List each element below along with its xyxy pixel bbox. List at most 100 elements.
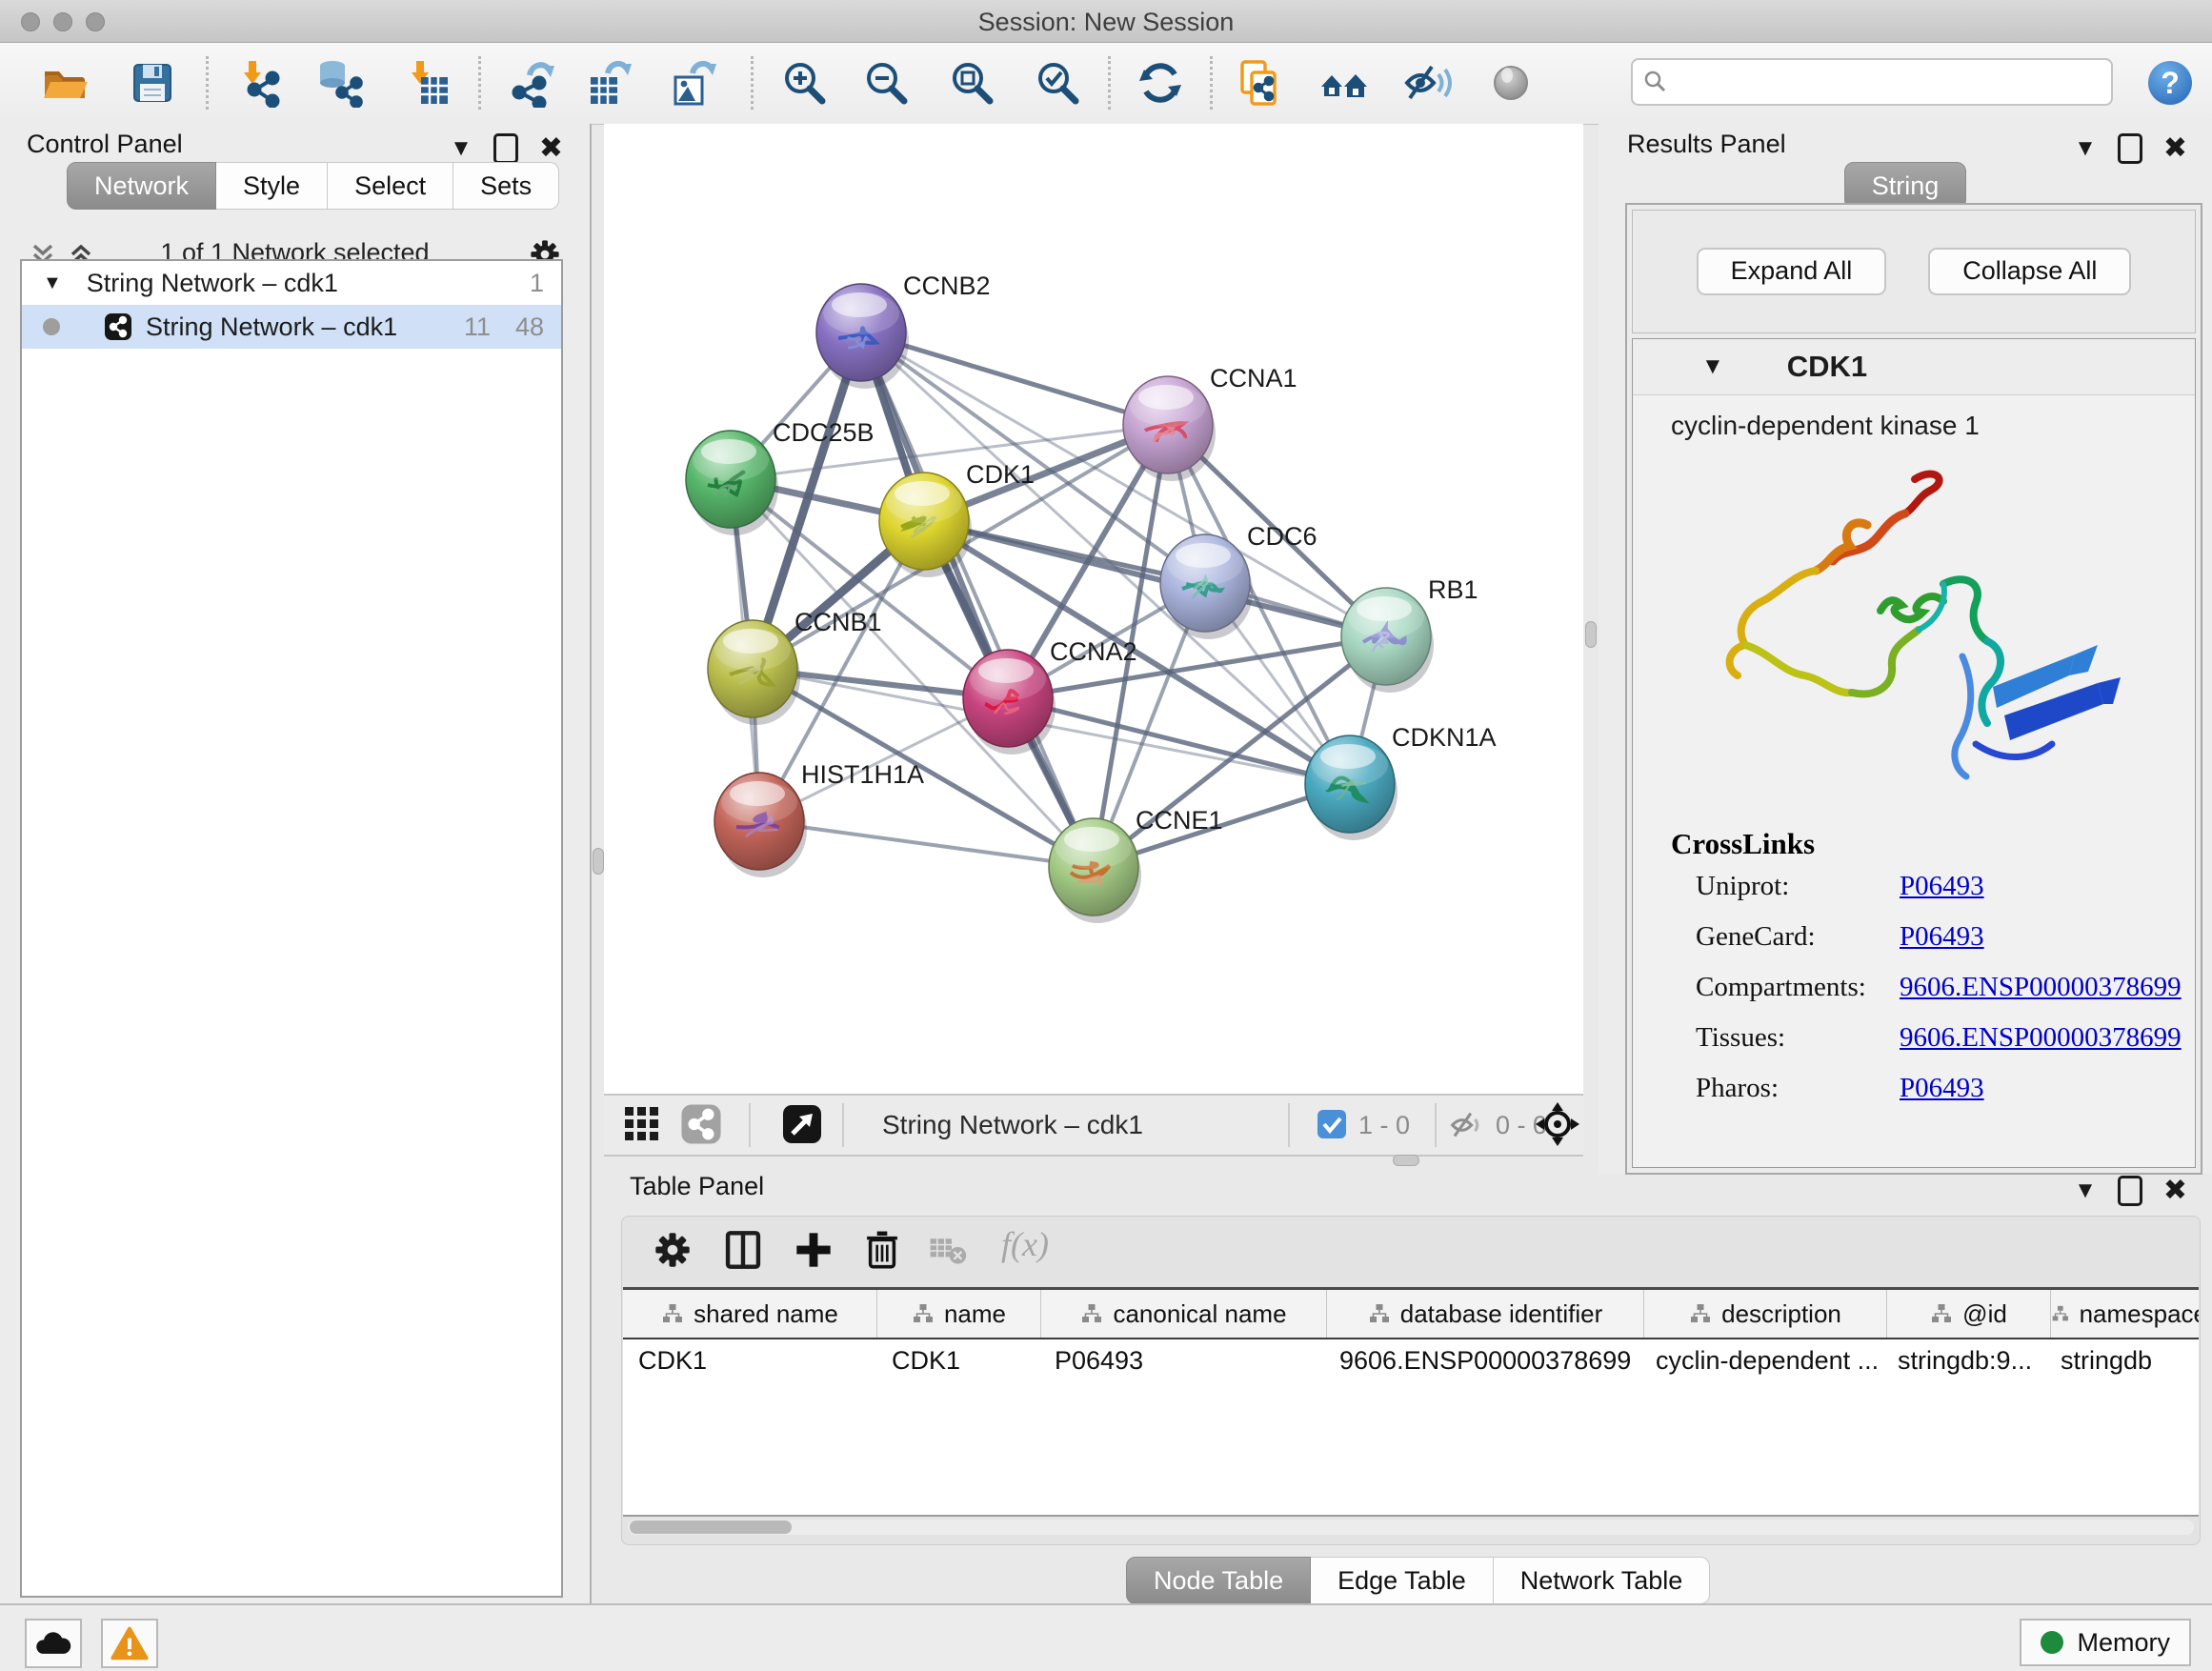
protein-expander-icon[interactable]: ▼ [1701, 353, 1724, 380]
view-share-icon[interactable] [680, 1103, 722, 1145]
column-header-@id[interactable]: @id [1887, 1290, 2051, 1338]
delete-column-icon[interactable] [860, 1228, 904, 1272]
toolbar-separator [206, 56, 209, 110]
column-header-canonical-name[interactable]: canonical name [1041, 1290, 1327, 1338]
control-panel-float-icon[interactable] [493, 133, 518, 164]
graphics-details-icon[interactable] [1486, 58, 1536, 108]
column-header-database-identifier[interactable]: database identifier [1327, 1290, 1644, 1338]
zoom-selected-icon[interactable] [1033, 58, 1082, 108]
table-cell[interactable]: stringdb [2045, 1339, 2199, 1381]
network-node-CCNB2[interactable] [816, 284, 909, 389]
network-collection-row[interactable]: ▼ String Network – cdk1 1 [22, 261, 561, 305]
network-node-CCNB1[interactable] [708, 620, 800, 725]
network-node-CCNA2[interactable] [963, 650, 1056, 755]
warning-button[interactable] [101, 1619, 158, 1668]
zoom-in-icon[interactable] [779, 58, 829, 108]
network-edge-HIST1H1A-CCNE1[interactable] [759, 821, 1094, 867]
selected-checkbox-icon[interactable] [1317, 1109, 1347, 1139]
export-table-icon[interactable] [585, 58, 634, 108]
right-splitter-handle[interactable] [1585, 621, 1597, 648]
column-header-namespace[interactable]: namespace [2051, 1290, 2199, 1338]
column-header-shared-name[interactable]: shared name [623, 1290, 877, 1338]
save-session-icon[interactable] [128, 58, 177, 108]
main-toolbar: ? [0, 43, 2212, 125]
results-panel-menu-icon[interactable]: ▼ [2074, 135, 2097, 162]
tab-edge-table[interactable]: Edge Table [1311, 1557, 1494, 1604]
control-panel-menu-icon[interactable]: ▼ [450, 135, 473, 162]
tab-network[interactable]: Network [67, 162, 216, 210]
table-cell[interactable]: cyclin-dependent ... [1640, 1339, 1882, 1381]
memory-button[interactable]: Memory [2020, 1619, 2191, 1666]
left-splitter-handle[interactable] [593, 848, 604, 875]
results-panel-float-icon[interactable] [2118, 133, 2142, 164]
network-node-label: CDKN1A [1392, 723, 1497, 752]
reposition-crosshair-icon[interactable] [1536, 1102, 1579, 1146]
network-node-label: RB1 [1428, 575, 1478, 604]
open-session-icon[interactable] [40, 58, 90, 108]
network-node-CDC25B[interactable] [686, 431, 778, 535]
network-row[interactable]: String Network – cdk1 11 48 [22, 305, 561, 349]
table-cell[interactable]: P06493 [1039, 1339, 1324, 1381]
zoom-fit-icon[interactable] [947, 58, 996, 108]
import-table-icon[interactable] [402, 58, 452, 108]
network-canvas[interactable]: CCNB2CCNA1CDC25BCDK1CDC6RB1CCNB1CCNA2CDK… [604, 124, 1583, 1094]
table-gear-icon[interactable] [651, 1228, 694, 1272]
clone-network-icon[interactable] [1235, 58, 1284, 108]
network-node-CCNA1[interactable] [1123, 376, 1216, 481]
search-input[interactable] [1631, 58, 2113, 106]
cloud-button[interactable] [25, 1619, 82, 1668]
view-grid-icon[interactable] [621, 1103, 663, 1145]
function-builder-icon[interactable]: f(x) [1001, 1224, 1049, 1264]
crosslink-link[interactable]: P06493 [1900, 912, 1984, 962]
table-cell[interactable]: stringdb:9... [1882, 1339, 2045, 1381]
crosslink-link[interactable]: 9606.ENSP00000378699 [1900, 962, 2182, 1013]
table-horizontal-scrollbar[interactable] [628, 1520, 2194, 1535]
birdseye-view-icon[interactable] [781, 1103, 823, 1145]
collapse-all-button[interactable]: Collapse All [1928, 248, 2131, 295]
table-row[interactable]: CDK1CDK1P064939606.ENSP00000378699cyclin… [623, 1339, 2199, 1381]
toolbar-separator [1108, 56, 1111, 110]
table-panel-menu-icon[interactable]: ▼ [2074, 1178, 2097, 1204]
add-column-icon[interactable] [792, 1228, 835, 1272]
export-image-icon[interactable] [670, 58, 719, 108]
refresh-icon[interactable] [1136, 58, 1185, 108]
import-network-from-database-icon[interactable] [315, 58, 365, 108]
collection-expander-icon[interactable]: ▼ [43, 272, 62, 294]
crosslink-link[interactable]: 9606.ENSP00000378699 [1900, 1013, 2182, 1063]
tab-style[interactable]: Style [216, 162, 328, 210]
table-cell[interactable]: CDK1 [876, 1339, 1039, 1381]
table-panel-close-icon[interactable]: ✖ [2163, 1174, 2187, 1207]
table-panel-float-icon[interactable] [2118, 1176, 2142, 1206]
column-header-description[interactable]: description [1644, 1290, 1887, 1338]
help-icon[interactable]: ? [2145, 58, 2195, 108]
network-node-CDK1[interactable] [879, 473, 972, 577]
scrollbar-thumb[interactable] [630, 1520, 792, 1534]
network-node-HIST1H1A[interactable] [714, 773, 807, 877]
crosslink-link[interactable]: P06493 [1900, 1063, 1984, 1114]
network-node-RB1[interactable] [1341, 588, 1434, 693]
network-node-label: CCNB1 [794, 608, 882, 636]
import-network-icon[interactable] [234, 58, 284, 108]
hidden-eye-slash-icon[interactable] [1448, 1106, 1486, 1144]
column-header-name[interactable]: name [877, 1290, 1041, 1338]
tab-select[interactable]: Select [328, 162, 453, 210]
zoom-out-icon[interactable] [861, 58, 911, 108]
network-node-CCNE1[interactable] [1049, 818, 1141, 923]
expand-all-button[interactable]: Expand All [1697, 248, 1887, 295]
crosslink-link[interactable]: P06493 [1900, 861, 1984, 912]
hide-selected-icon[interactable] [1403, 58, 1453, 108]
table-cell[interactable]: CDK1 [623, 1339, 876, 1381]
table-cell[interactable]: 9606.ENSP00000378699 [1324, 1339, 1640, 1381]
results-panel-close-icon[interactable]: ✖ [2163, 131, 2187, 165]
tab-network-table[interactable]: Network Table [1494, 1557, 1711, 1604]
network-node-CDKN1A[interactable] [1305, 735, 1398, 840]
column-type-icon [1689, 1303, 1712, 1324]
tab-sets[interactable]: Sets [453, 162, 559, 210]
delete-table-icon[interactable] [929, 1236, 967, 1266]
protein-card-header[interactable]: ▼ CDK1 [1633, 339, 2195, 395]
control-panel-close-icon[interactable]: ✖ [539, 131, 563, 165]
export-network-icon[interactable] [505, 58, 554, 108]
show-all-views-icon[interactable] [1319, 58, 1369, 108]
tab-node-table[interactable]: Node Table [1126, 1557, 1311, 1604]
show-columns-icon[interactable] [721, 1228, 765, 1272]
